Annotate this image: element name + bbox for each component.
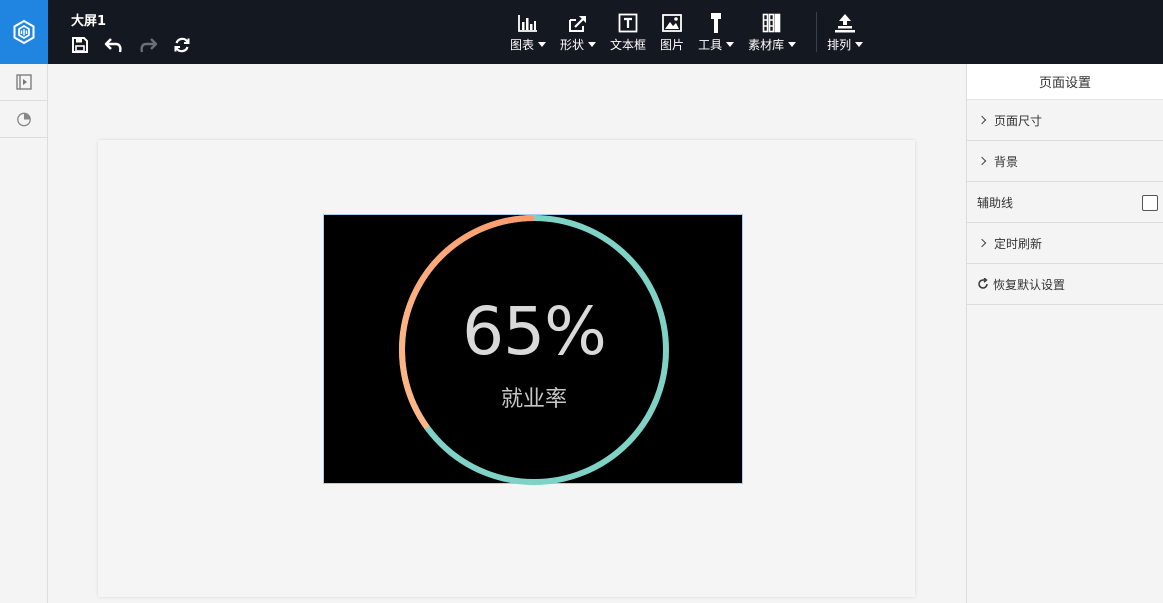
top-toolbar: 大屏1 图表 形状 文本框 图片 工具 素材库 排列 [0,0,1163,64]
section-page-size-label: 页面尺寸 [994,113,1043,128]
page-settings-panel: 页面设置 页面尺寸 背景 辅助线 定时刷新 恢复默认设置 [966,64,1163,603]
section-guides-label: 辅助线 [977,195,1014,210]
tool-tools[interactable]: 工具 [698,12,735,53]
refresh-icon [174,37,190,53]
tool-textbox-label: 文本框 [610,38,647,52]
logo-icon [13,20,35,44]
shape-icon [569,16,587,32]
undo-button[interactable] [104,35,124,55]
arrange-icon [835,14,856,33]
save-icon [72,37,88,53]
rail-item-preview[interactable] [0,64,47,101]
section-background-label: 背景 [994,154,1019,169]
tool-image-label: 图片 [660,38,685,52]
tool-image[interactable]: 图片 [660,12,684,53]
tool-arrange-label: 排列 [827,38,852,52]
quick-actions [70,35,192,55]
rail-item-components[interactable] [0,101,47,138]
guides-checkbox[interactable] [1142,195,1158,211]
chevron-down-icon [855,42,864,47]
library-icon [762,13,781,33]
left-rail [0,64,48,603]
save-button[interactable] [70,35,90,55]
tool-arrange[interactable]: 排列 [827,12,864,53]
app-logo[interactable] [0,0,48,64]
pie-chart-icon [16,112,31,127]
image-icon [662,14,682,32]
insert-tools: 图表 形状 文本框 图片 工具 素材库 排列 [510,12,877,53]
tool-textbox[interactable]: 文本框 [610,12,646,53]
panel-title: 页面设置 [967,64,1163,100]
textbox-icon [618,13,638,33]
section-page-size[interactable]: 页面尺寸 [967,100,1163,141]
section-background[interactable]: 背景 [967,141,1163,182]
chevron-right-icon [977,156,987,166]
tool-tools-label: 工具 [698,38,723,52]
reset-icon [978,278,988,289]
reset-defaults-label: 恢复默认设置 [993,277,1066,292]
redo-button[interactable] [138,35,158,55]
gauge-value: 65% [462,293,607,370]
section-auto-refresh-label: 定时刷新 [994,236,1043,251]
tool-library-label: 素材库 [748,38,785,52]
tool-library[interactable]: 素材库 [748,12,797,53]
section-auto-refresh[interactable]: 定时刷新 [967,223,1163,264]
tool-shape[interactable]: 形状 [560,12,597,53]
redo-icon [140,38,158,53]
tool-chart[interactable]: 图表 [510,12,547,53]
chevron-down-icon [538,42,547,47]
chevron-down-icon [726,42,735,47]
gauge-widget[interactable]: 65% 就业率 [323,214,743,485]
tool-chart-label: 图表 [510,38,535,52]
play-panel-icon [15,74,32,90]
toolbar-divider [816,12,818,52]
chart-icon [518,15,537,32]
screen-page[interactable]: 65% 就业率 [98,140,915,597]
tool-icon [711,13,722,33]
gauge-label: 就业率 [500,387,567,412]
canvas-workspace[interactable]: 65% 就业率 [48,64,966,603]
section-guides: 辅助线 [967,182,1163,223]
undo-icon [104,38,122,53]
reset-defaults-button[interactable]: 恢复默认设置 [967,264,1163,305]
chevron-right-icon [977,115,987,125]
tool-shape-label: 形状 [560,38,585,52]
chevron-down-icon [588,42,597,47]
chevron-right-icon [977,238,987,248]
document-title[interactable]: 大屏1 [71,10,106,29]
refresh-button[interactable] [172,35,192,55]
chevron-down-icon [788,42,797,47]
